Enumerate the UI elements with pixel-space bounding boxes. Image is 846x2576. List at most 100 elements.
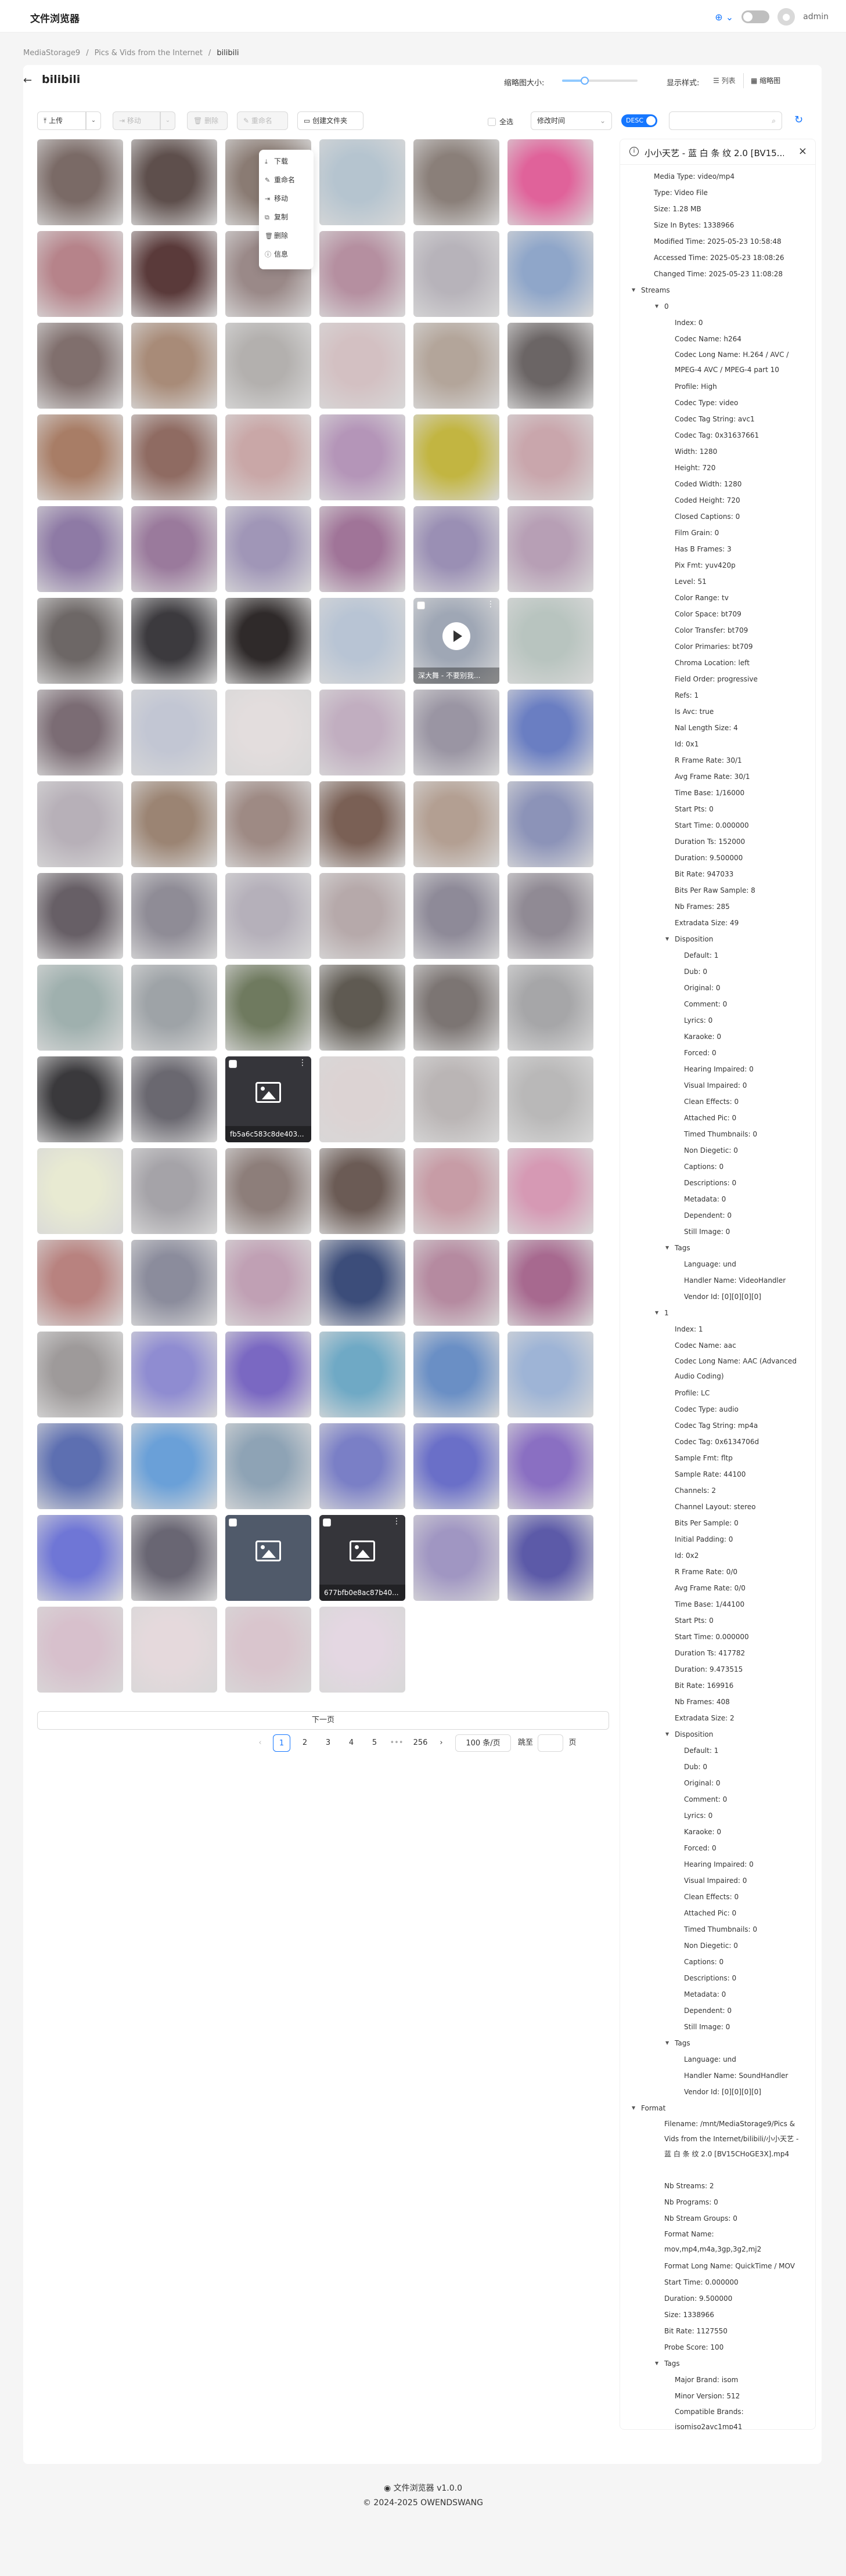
thumbnail-cell[interactable]	[225, 506, 311, 592]
tree-toggle-icon[interactable]: ▼	[655, 298, 658, 315]
thumbnail-cell[interactable]	[319, 1056, 405, 1142]
thumbnail-cell[interactable]	[319, 1148, 405, 1234]
thumbnail-cell[interactable]	[413, 139, 499, 225]
thumbnail-cell[interactable]	[131, 1240, 217, 1326]
thumbnail-cell[interactable]	[319, 965, 405, 1051]
thumbnail-cell[interactable]	[37, 1148, 123, 1234]
thumbnail-checkbox[interactable]	[323, 1518, 331, 1527]
thumbnail-checkbox[interactable]	[229, 1060, 237, 1068]
thumbnail-cell[interactable]	[507, 1515, 593, 1601]
thumbnail-cell[interactable]	[225, 1332, 311, 1417]
thumbnail-cell[interactable]	[131, 1515, 217, 1601]
thumbnail-cell[interactable]	[225, 1515, 311, 1601]
tree-toggle-icon[interactable]: ▼	[665, 1726, 669, 1742]
thumbnail-cell[interactable]	[413, 965, 499, 1051]
tree-node[interactable]: Tags	[675, 2035, 690, 2051]
thumbnail-cell[interactable]	[37, 1423, 123, 1509]
tree-node[interactable]: 0	[664, 298, 669, 315]
move-button[interactable]: ⇥ 移动	[113, 111, 160, 130]
refresh-icon[interactable]: ↻	[794, 114, 803, 126]
thumbnail-cell[interactable]	[413, 873, 499, 959]
menu-item-rename[interactable]: ✎ 重命名	[265, 173, 295, 187]
thumbnail-cell[interactable]	[319, 506, 405, 592]
menu-item-copy[interactable]: ⧉ 复制	[265, 210, 288, 224]
page-5[interactable]: 5	[366, 1734, 383, 1752]
jump-input[interactable]	[538, 1734, 563, 1752]
tree-toggle-icon[interactable]: ▼	[665, 931, 669, 947]
tree-toggle-icon[interactable]: ▼	[665, 1240, 669, 1256]
thumbnail-cell[interactable]	[507, 781, 593, 867]
thumbnail-cell[interactable]	[319, 690, 405, 775]
thumbnail-cell[interactable]	[131, 506, 217, 592]
thumbnail-cell[interactable]	[319, 1607, 405, 1693]
thumbnail-cell[interactable]	[131, 323, 217, 409]
thumbnail-cell[interactable]	[225, 1240, 311, 1326]
menu-item-info[interactable]: ⓘ 信息	[265, 247, 288, 261]
thumbnail-cell[interactable]	[37, 598, 123, 684]
tree-toggle-icon[interactable]: ▼	[655, 1305, 658, 1321]
thumbnail-cell[interactable]	[37, 1056, 123, 1142]
thumbnail-cell[interactable]	[413, 231, 499, 317]
rename-button[interactable]: ✎ 重命名	[237, 111, 288, 130]
page-3[interactable]: 3	[319, 1734, 337, 1752]
thumbnail-cell[interactable]	[37, 139, 123, 225]
thumbnail-cell[interactable]	[507, 1056, 593, 1142]
thumbnail-cell[interactable]	[225, 1148, 311, 1234]
tree-node[interactable]: Format	[641, 2100, 665, 2116]
thumbnail-cell[interactable]	[507, 965, 593, 1051]
thumbnail-cell[interactable]	[225, 323, 311, 409]
tree-toggle-icon[interactable]: ▼	[655, 2355, 658, 2372]
more-icon[interactable]: ⋮	[487, 600, 495, 609]
thumbnail-cell[interactable]	[131, 598, 217, 684]
prev-page-arrow[interactable]: ‹	[254, 1734, 266, 1752]
thumbnail-cell[interactable]	[131, 414, 217, 500]
thumbnail-cell[interactable]	[131, 231, 217, 317]
thumbnail-cell[interactable]	[507, 598, 593, 684]
thumbnail-cell[interactable]	[37, 414, 123, 500]
thumbnail-cell[interactable]	[319, 873, 405, 959]
thumbnail-view-button[interactable]: ▦ 缩略图	[743, 73, 787, 88]
thumbnail-cell[interactable]	[319, 139, 405, 225]
thumbnail-cell[interactable]	[37, 231, 123, 317]
create-folder-button[interactable]: ▭ 创建文件夹	[297, 111, 363, 130]
tree-toggle-icon[interactable]: ▼	[632, 2100, 635, 2116]
thumbnail-cell[interactable]	[37, 781, 123, 867]
thumbnail-cell[interactable]	[413, 1148, 499, 1234]
tree-node[interactable]: Streams	[641, 282, 670, 298]
thumbnail-cell[interactable]	[37, 965, 123, 1051]
menu-item-delete[interactable]: 🗑 删除	[265, 229, 288, 243]
thumbnail-cell[interactable]: ⋮ fb5a6c583c8de403...	[225, 1056, 311, 1142]
thumbnail-cell[interactable]	[131, 1332, 217, 1417]
thumbnail-cell[interactable]	[507, 1240, 593, 1326]
list-view-button[interactable]: ☰ 列表	[707, 73, 741, 88]
order-toggle[interactable]: DESC	[621, 114, 657, 127]
thumbnail-cell[interactable]	[37, 873, 123, 959]
thumbnail-cell[interactable]	[413, 1515, 499, 1601]
slider-handle[interactable]	[581, 77, 589, 85]
page-256[interactable]: 256	[410, 1734, 431, 1752]
upload-dropdown-button[interactable]: ⌄	[86, 111, 101, 130]
tree-node[interactable]: Tags	[664, 2355, 680, 2372]
select-all[interactable]: 全选	[488, 117, 513, 127]
thumbnail-cell[interactable]: ⋮ 深大舞 - 不要别我...	[413, 598, 499, 684]
thumbnail-cell[interactable]	[319, 1240, 405, 1326]
thumbnail-cell[interactable]	[413, 781, 499, 867]
thumbnail-cell[interactable]	[319, 323, 405, 409]
thumbnail-cell[interactable]	[507, 690, 593, 775]
thumbnail-cell[interactable]	[507, 873, 593, 959]
thumbnail-cell[interactable]	[37, 1332, 123, 1417]
next-page-arrow[interactable]: ›	[435, 1734, 447, 1752]
thumbnail-cell[interactable]	[37, 1607, 123, 1693]
globe-icon[interactable]: ⊕ ⌄	[715, 12, 733, 23]
thumbnail-cell[interactable]	[413, 506, 499, 592]
tree-node[interactable]: Disposition	[675, 931, 713, 947]
thumbnail-cell[interactable]	[413, 323, 499, 409]
upload-button[interactable]: ⤒ 上传	[37, 111, 86, 130]
page-2[interactable]: 2	[296, 1734, 314, 1752]
thumbnail-cell[interactable]	[319, 598, 405, 684]
thumbnail-cell[interactable]	[507, 323, 593, 409]
page-size-select[interactable]: 100 条/页	[455, 1734, 511, 1752]
thumbnail-cell[interactable]	[131, 1607, 217, 1693]
breadcrumb-item-1[interactable]: Pics & Vids from the Internet	[95, 49, 203, 57]
thumbnail-cell[interactable]	[225, 598, 311, 684]
